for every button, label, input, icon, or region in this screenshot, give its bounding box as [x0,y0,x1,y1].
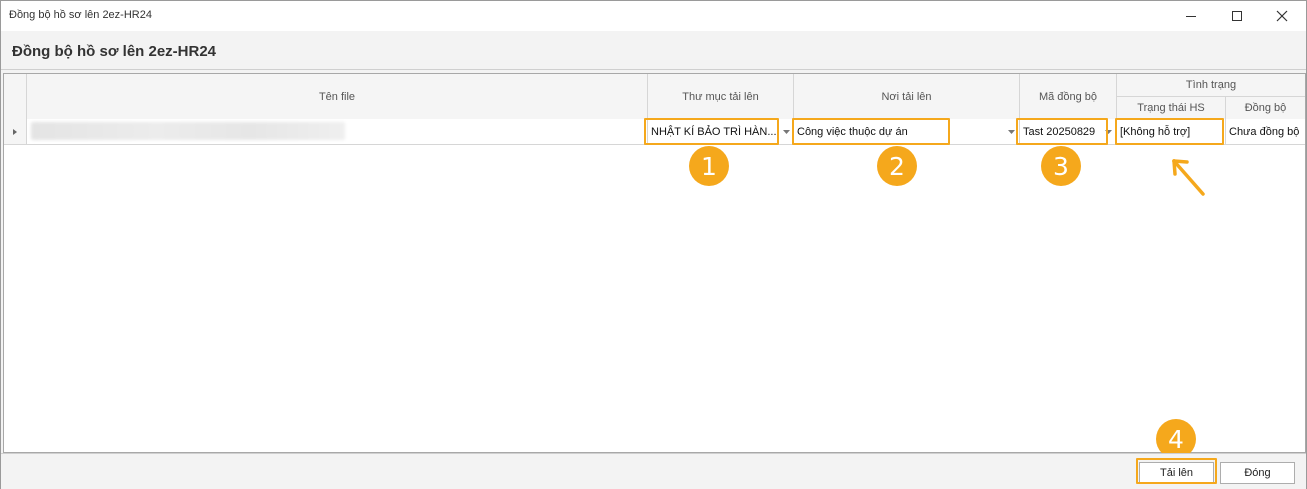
maximize-icon[interactable] [1214,1,1260,31]
column-header-sync[interactable]: Đồng bộ [1226,97,1305,120]
column-header-upload-location[interactable]: Nơi tải lên [794,74,1020,120]
row-indicator-header [4,74,27,120]
step-badge-2: 2 [877,146,917,186]
column-header-file-name[interactable]: Tên file [27,74,648,120]
minimize-icon[interactable] [1168,1,1214,31]
highlight-upload-location [792,118,950,145]
window-title: Đồng bộ hồ sơ lên 2ez-HR24 [9,9,152,21]
highlight-upload-folder [644,118,779,145]
column-header-label: Mã đồng bộ [1038,90,1098,103]
column-header-label: Nơi tải lên [881,90,932,103]
column-header-label: Thư mục tải lên [682,90,759,103]
page-title: Đồng bộ hồ sơ lên 2ez-HR24 [12,43,217,60]
footer-bar: Tải lên Đóng [1,453,1306,489]
header-band: Đồng bộ hồ sơ lên 2ez-HR24 [1,31,1306,70]
column-header-record-status[interactable]: Trạng thái HS [1117,97,1226,120]
chevron-down-icon[interactable] [1006,127,1016,137]
sync-status-cell: Chưa đồng bộ [1226,119,1305,144]
file-name-cell[interactable] [27,119,648,144]
chevron-down-icon[interactable] [781,127,791,137]
column-header-label: Tình trạng [1185,79,1237,91]
arrow-icon [1172,159,1205,196]
row-indicator[interactable] [4,119,27,144]
column-header-status-group: Tình trạng [1117,74,1305,97]
highlight-record-status [1115,118,1224,145]
row-pointer-icon [13,128,17,135]
sync-dialog: Đồng bộ hồ sơ lên 2ez-HR24 Đồng bộ hồ sơ… [0,0,1307,489]
close-icon[interactable] [1259,1,1305,31]
redacted-file-name [31,122,345,140]
column-header-label: Đồng bộ [1244,102,1287,114]
column-header-upload-folder[interactable]: Thư mục tải lên [648,74,794,120]
highlight-sync-code [1016,118,1108,145]
column-header-sync-code[interactable]: Mã đồng bộ [1020,74,1117,120]
close-button[interactable]: Đóng [1220,462,1295,484]
step-badge-3: 3 [1041,146,1081,186]
column-header-label: Trạng thái HS [1137,102,1205,114]
step-badge-1: 1 [689,146,729,186]
title-bar: Đồng bộ hồ sơ lên 2ez-HR24 [1,1,1306,31]
sync-status-value: Chưa đồng bộ [1229,125,1300,138]
highlight-upload-button [1136,458,1217,484]
column-header-label: Tên file [318,90,356,103]
